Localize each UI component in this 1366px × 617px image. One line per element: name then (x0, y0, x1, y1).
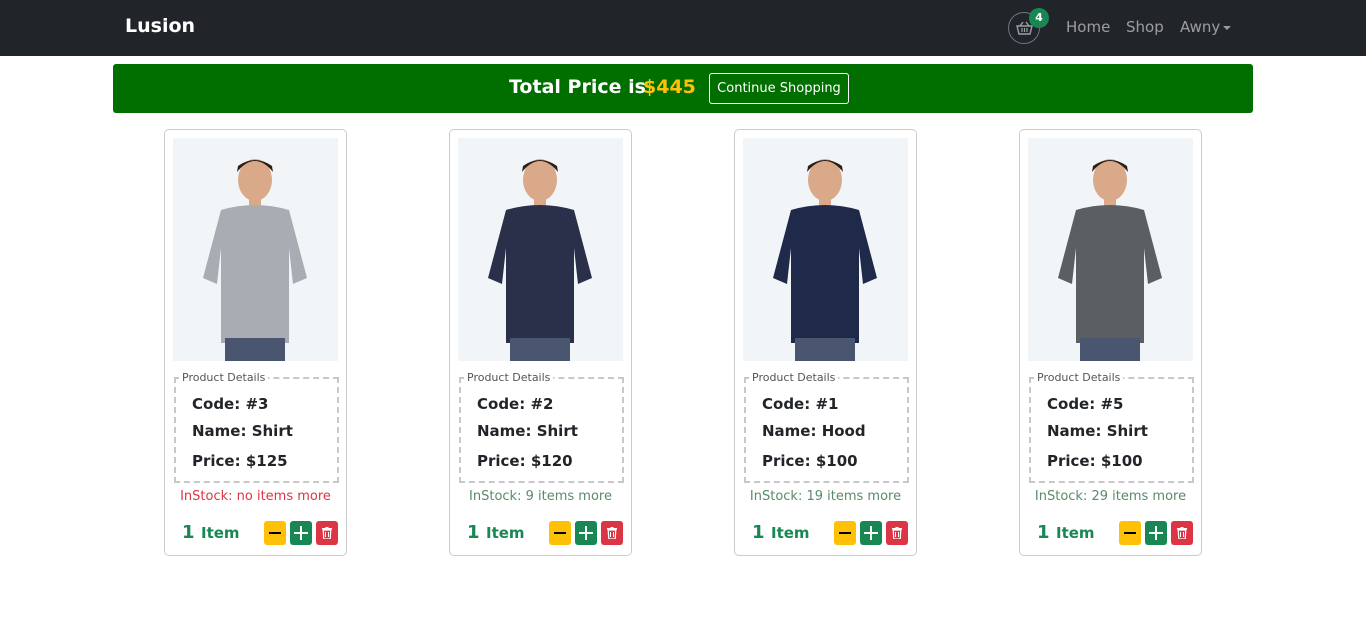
product-price: Price: $125 (192, 452, 288, 470)
nav-link-shop[interactable]: Shop (1126, 18, 1164, 36)
remove-item-button[interactable] (886, 521, 908, 545)
caret-down-icon (1223, 25, 1232, 30)
navbar: Lusion 4 Home Shop Awny (0, 0, 1366, 56)
stock-status: InStock: 19 items more (749, 489, 902, 504)
details-legend: Product Details (464, 371, 554, 384)
item-quantity-label: Item (486, 524, 525, 542)
product-details: Product Details Code: #2 Name: Shirt Pri… (459, 371, 624, 483)
decrease-quantity-button[interactable] (834, 521, 856, 545)
stock-status: InStock: 29 items more (1034, 489, 1187, 504)
trash-icon (607, 527, 617, 539)
item-quantity-label: Item (771, 524, 810, 542)
product-image (1028, 138, 1193, 361)
total-label: Total Price is (509, 76, 646, 98)
product-details: Product Details Code: #5 Name: Shirt Pri… (1029, 371, 1194, 483)
item-quantity-label: Item (1056, 524, 1095, 542)
product-name: Name: Hood (762, 422, 866, 440)
decrease-quantity-button[interactable] (264, 521, 286, 545)
minus-icon (554, 532, 566, 534)
product-card: Product Details Code: #5 Name: Shirt Pri… (1019, 129, 1202, 556)
product-image (173, 138, 338, 361)
decrease-quantity-button[interactable] (1119, 521, 1141, 545)
product-card: Product Details Code: #1 Name: Hood Pric… (734, 129, 917, 556)
nav-link-home[interactable]: Home (1066, 18, 1110, 36)
item-quantity-label: Item (201, 524, 240, 542)
stock-status: InStock: 9 items more (469, 489, 612, 504)
increase-quantity-button[interactable] (860, 521, 882, 545)
user-name: Awny (1180, 18, 1221, 36)
trash-icon (892, 527, 902, 539)
item-quantity: 1 (1037, 522, 1050, 543)
product-code: Code: #1 (762, 395, 839, 413)
minus-icon (1124, 532, 1136, 534)
product-name: Name: Shirt (477, 422, 578, 440)
decrease-quantity-button[interactable] (549, 521, 571, 545)
item-quantity: 1 (182, 522, 195, 543)
product-image (458, 138, 623, 361)
minus-icon (269, 532, 281, 534)
product-name: Name: Shirt (1047, 422, 1148, 440)
increase-quantity-button[interactable] (575, 521, 597, 545)
product-price: Price: $100 (1047, 452, 1143, 470)
item-quantity: 1 (752, 522, 765, 543)
product-code: Code: #5 (1047, 395, 1124, 413)
remove-item-button[interactable] (601, 521, 623, 545)
details-legend: Product Details (749, 371, 839, 384)
brand-logo[interactable]: Lusion (125, 15, 195, 37)
increase-quantity-button[interactable] (290, 521, 312, 545)
details-legend: Product Details (179, 371, 269, 384)
remove-item-button[interactable] (1171, 521, 1193, 545)
trash-icon (322, 527, 332, 539)
product-card: Product Details Code: #3 Name: Shirt Pri… (164, 129, 347, 556)
continue-shopping-button[interactable]: Continue Shopping (709, 73, 849, 104)
product-price: Price: $100 (762, 452, 858, 470)
user-dropdown[interactable]: Awny (1180, 18, 1232, 36)
product-card: Product Details Code: #2 Name: Shirt Pri… (449, 129, 632, 556)
minus-icon (839, 532, 851, 534)
trash-icon (1177, 527, 1187, 539)
product-details: Product Details Code: #3 Name: Shirt Pri… (174, 371, 339, 483)
product-code: Code: #2 (477, 395, 554, 413)
stock-status: InStock: no items more (180, 489, 331, 504)
total-price: $445 (643, 76, 696, 98)
product-details: Product Details Code: #1 Name: Hood Pric… (744, 371, 909, 483)
remove-item-button[interactable] (316, 521, 338, 545)
product-image (743, 138, 908, 361)
details-legend: Product Details (1034, 371, 1124, 384)
cart-count-badge: 4 (1029, 8, 1049, 28)
item-quantity: 1 (467, 522, 480, 543)
product-code: Code: #3 (192, 395, 269, 413)
product-price: Price: $120 (477, 452, 573, 470)
total-banner: Total Price is $445 Continue Shopping (113, 64, 1253, 113)
increase-quantity-button[interactable] (1145, 521, 1167, 545)
product-name: Name: Shirt (192, 422, 293, 440)
